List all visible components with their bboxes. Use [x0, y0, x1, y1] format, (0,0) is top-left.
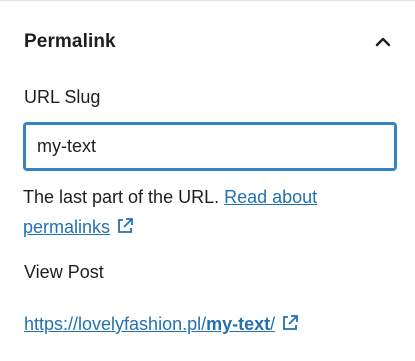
- url-base: https://lovelyfashion.pl/: [24, 314, 207, 334]
- permalink-panel: Permalink URL Slug The last part of the …: [0, 0, 415, 361]
- panel-title: Permalink: [24, 31, 116, 52]
- external-link-icon: [116, 214, 134, 233]
- url-slug-label: URL Slug: [24, 87, 101, 107]
- url-slug-input[interactable]: [23, 122, 397, 171]
- link-text-line2: permalinks: [23, 217, 111, 237]
- post-url: https://lovelyfashion.pl/my-text/: [24, 314, 299, 335]
- chevron-up-icon[interactable]: [371, 30, 395, 54]
- link-text-line1: Read about: [224, 187, 318, 207]
- url-trailing: /: [270, 314, 276, 334]
- url-slug-help: The last part of the URL. Read about per…: [23, 182, 393, 242]
- external-link-icon: [281, 314, 299, 332]
- post-url-link[interactable]: https://lovelyfashion.pl/my-text/: [24, 314, 275, 334]
- permalink-panel-toggle[interactable]: Permalink: [0, 1, 415, 83]
- view-post-label: View Post: [24, 262, 104, 282]
- help-text: The last part of the URL.: [23, 187, 225, 207]
- url-slug: my-text: [206, 314, 271, 334]
